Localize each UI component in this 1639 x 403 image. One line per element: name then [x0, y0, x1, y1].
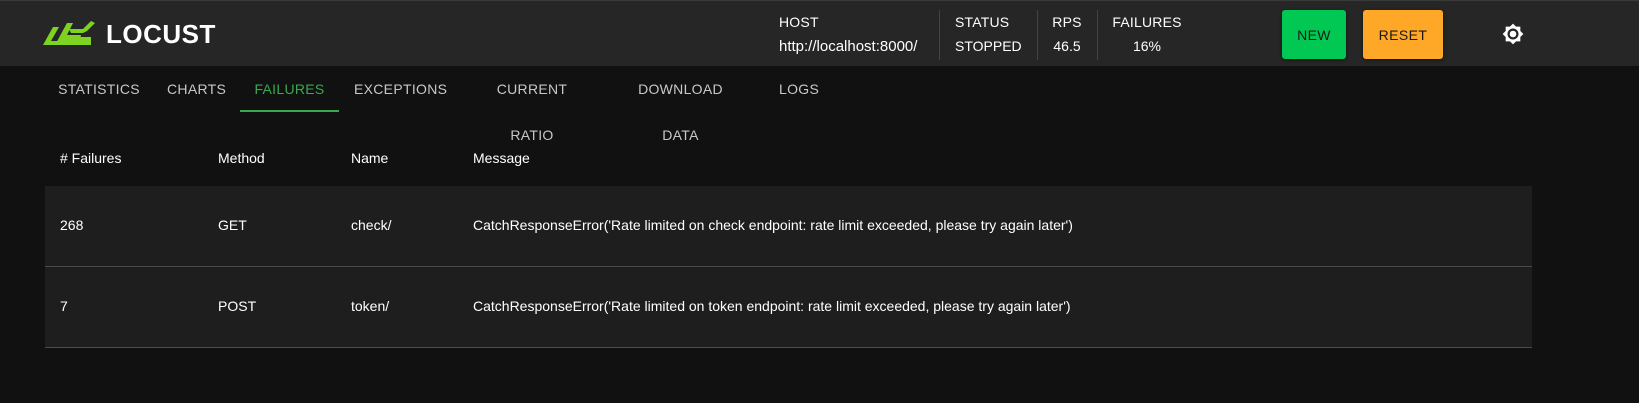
- failures-label: FAILURES: [1112, 14, 1182, 30]
- locust-logo-icon: [43, 21, 95, 45]
- tab-charts[interactable]: CHARTS: [167, 66, 226, 112]
- tab-exceptions[interactable]: EXCEPTIONS: [354, 66, 447, 112]
- failures-count-cell: 7: [60, 298, 68, 314]
- logo-text: LOCUST: [106, 18, 216, 49]
- divider: [1097, 10, 1098, 60]
- failures-count-cell: 268: [60, 217, 84, 233]
- divider: [939, 10, 940, 60]
- host-stat: HOST http://localhost:8000/: [779, 1, 917, 67]
- status-stat: STATUS STOPPED: [955, 1, 1022, 67]
- failures-stat: FAILURES 16%: [1112, 1, 1182, 67]
- host-value: http://localhost:8000/: [779, 37, 918, 55]
- failures-table: # Failures Method Name Message 268 GET c…: [45, 130, 1532, 348]
- main-tabs: STATISTICS CHARTS FAILURES EXCEPTIONS CU…: [0, 66, 1639, 143]
- column-header-message[interactable]: Message: [473, 150, 530, 166]
- theme-toggle-button[interactable]: [1500, 21, 1526, 47]
- name-cell: check/: [351, 217, 392, 233]
- rps-value: 46.5: [1053, 38, 1081, 54]
- divider: [1037, 10, 1038, 60]
- new-test-button[interactable]: NEW: [1282, 10, 1346, 59]
- tab-download-data[interactable]: DOWNLOAD DATA: [619, 66, 742, 143]
- sun-icon: [1502, 23, 1524, 45]
- rps-stat: RPS 46.5: [1052, 1, 1082, 67]
- locust-logo[interactable]: LOCUST: [43, 19, 216, 49]
- status-label: STATUS: [955, 14, 1010, 30]
- table-header: # Failures Method Name Message: [45, 130, 1532, 186]
- method-cell: GET: [218, 217, 247, 233]
- column-header-failures[interactable]: # Failures: [60, 150, 121, 166]
- tab-failures[interactable]: FAILURES: [240, 66, 339, 112]
- tab-statistics[interactable]: STATISTICS: [58, 66, 140, 112]
- table-row: 268 GET check/ CatchResponseError('Rate …: [45, 186, 1532, 267]
- reset-stats-button[interactable]: RESET: [1363, 10, 1443, 59]
- column-header-name[interactable]: Name: [351, 150, 388, 166]
- failures-value: 16%: [1132, 38, 1162, 54]
- table-row: 7 POST token/ CatchResponseError('Rate l…: [45, 267, 1532, 348]
- message-cell: CatchResponseError('Rate limited on toke…: [473, 298, 1071, 314]
- method-cell: POST: [218, 298, 257, 314]
- rps-label: RPS: [1052, 14, 1082, 30]
- host-label: HOST: [779, 13, 819, 30]
- message-cell: CatchResponseError('Rate limited on chec…: [473, 217, 1073, 233]
- top-navbar: LOCUST HOST http://localhost:8000/ STATU…: [0, 0, 1639, 66]
- name-cell: token/: [351, 298, 390, 314]
- status-value: STOPPED: [955, 38, 1022, 54]
- tab-current-ratio[interactable]: CURRENT RATIO: [474, 66, 590, 143]
- column-header-method[interactable]: Method: [218, 150, 265, 166]
- tab-logs[interactable]: LOGS: [779, 66, 819, 112]
